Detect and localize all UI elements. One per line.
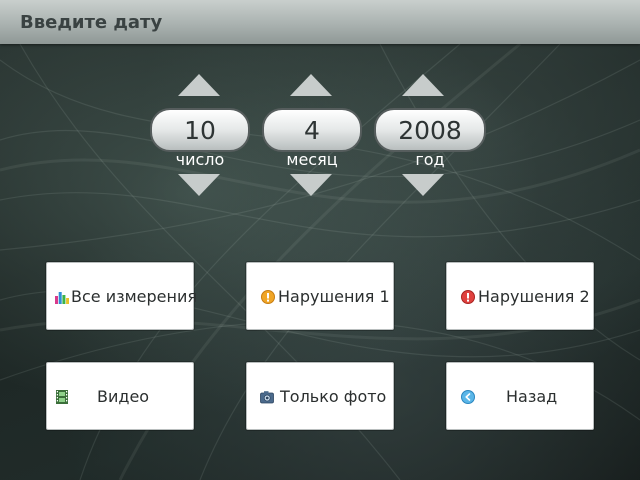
month-value: 4 bbox=[262, 108, 362, 152]
year-label: год bbox=[415, 150, 445, 169]
violations-1-button[interactable]: Нарушения 1 bbox=[246, 262, 394, 330]
day-spinner: 10 число bbox=[150, 74, 250, 198]
all-measurements-button[interactable]: Все измерения bbox=[46, 262, 198, 330]
year-up-arrow-icon[interactable] bbox=[402, 74, 444, 96]
bar-chart-icon bbox=[55, 292, 69, 304]
camera-icon bbox=[260, 391, 274, 404]
day-value: 10 bbox=[150, 108, 250, 152]
page-title: Введите дату bbox=[20, 12, 163, 33]
day-up-arrow-icon[interactable] bbox=[178, 74, 220, 96]
warning-orange-icon bbox=[261, 290, 275, 304]
day-label: число bbox=[175, 150, 225, 169]
back-label: Назад bbox=[506, 387, 558, 406]
all-measurements-label: Все измерения bbox=[71, 287, 198, 306]
back-arrow-icon bbox=[461, 390, 475, 404]
year-down-arrow-icon[interactable] bbox=[402, 174, 444, 196]
photo-only-label: Только фото bbox=[280, 387, 387, 406]
violations-2-button[interactable]: Нарушения 2 bbox=[446, 262, 594, 330]
year-spinner: 2008 год bbox=[374, 74, 486, 198]
back-button[interactable]: Назад bbox=[446, 362, 594, 430]
month-up-arrow-icon[interactable] bbox=[290, 74, 332, 96]
title-bar: Введите дату bbox=[0, 0, 640, 44]
video-label: Видео bbox=[97, 387, 150, 406]
month-spinner: 4 месяц bbox=[262, 74, 362, 198]
film-icon bbox=[56, 390, 68, 404]
year-value: 2008 bbox=[374, 108, 486, 152]
day-down-arrow-icon[interactable] bbox=[178, 174, 220, 196]
video-button[interactable]: Видео bbox=[46, 362, 194, 430]
photo-only-button[interactable]: Только фото bbox=[246, 362, 394, 430]
month-down-arrow-icon[interactable] bbox=[290, 174, 332, 196]
violations-2-label: Нарушения 2 bbox=[478, 287, 590, 306]
violations-1-label: Нарушения 1 bbox=[278, 287, 390, 306]
month-label: месяц bbox=[286, 150, 338, 169]
alert-red-icon bbox=[461, 290, 475, 304]
